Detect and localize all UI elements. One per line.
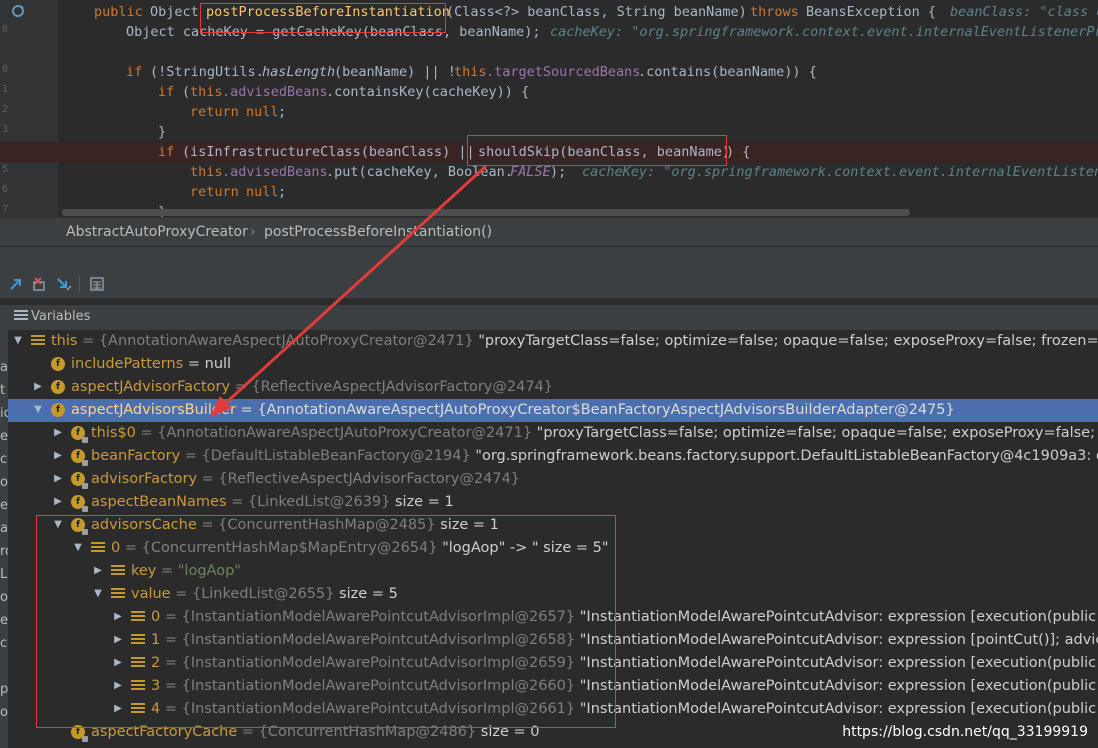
- watermark: https://blog.csdn.net/qq_33199919: [842, 724, 1088, 740]
- ide-window: 8 0 1 2 3 4 5 6 7 public Object postProc…: [0, 0, 1098, 748]
- annotation-arrow: [210, 164, 488, 417]
